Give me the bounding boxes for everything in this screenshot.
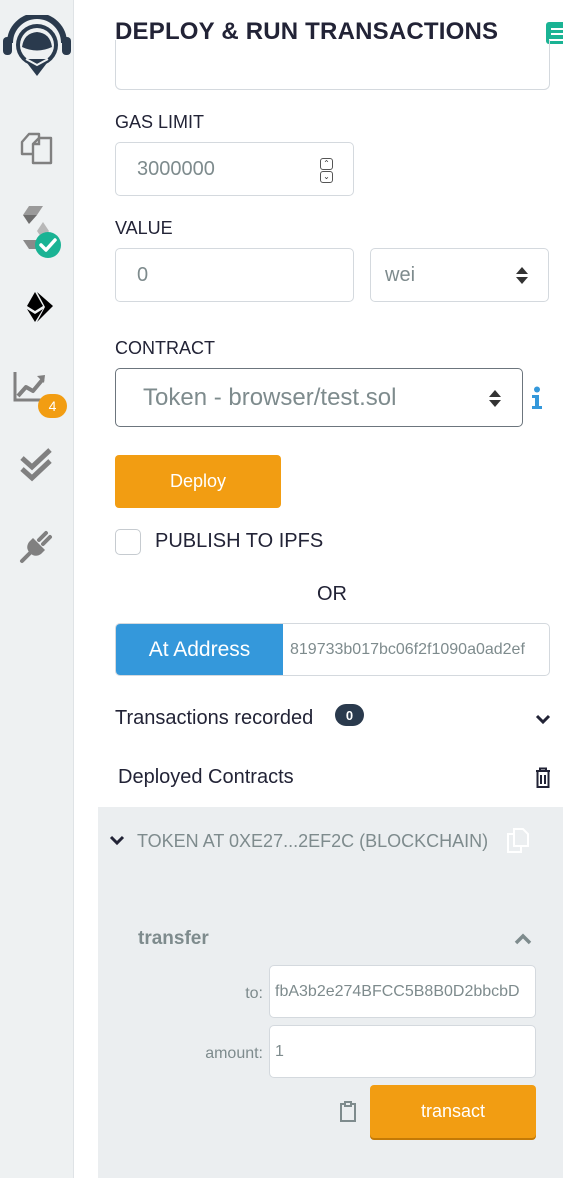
gas-limit-value: 3000000	[137, 157, 215, 180]
function-name: transfer	[138, 928, 209, 949]
contract-instance: TOKEN AT 0XE27...2EF2C (BLOCKCHAIN) tran…	[98, 807, 563, 1178]
stepper-down-icon[interactable]: ⌄	[320, 171, 333, 183]
plug-icon[interactable]	[0, 528, 74, 564]
param-input-to[interactable]: fbA3b2e274BFCC5B8B0D2bbcbD	[269, 965, 536, 1018]
param-input-amount[interactable]: 1	[269, 1025, 536, 1078]
ethereum-deploy-icon[interactable]	[0, 290, 74, 324]
account-field[interactable]	[115, 40, 550, 90]
or-separator: OR	[317, 583, 347, 605]
transactions-recorded-label[interactable]: Transactions recorded	[115, 707, 313, 730]
at-address-group: At Address 819733b017bc06f2f1090a0ad2ef	[115, 623, 550, 676]
select-arrows-icon	[489, 389, 501, 409]
value-label: VALUE	[115, 218, 173, 238]
chevron-up-icon[interactable]	[514, 933, 532, 945]
copy-icon[interactable]	[507, 827, 529, 853]
gas-limit-label: GAS LIMIT	[115, 112, 205, 132]
chevron-down-icon[interactable]	[109, 834, 125, 846]
double-check-icon[interactable]	[0, 448, 74, 484]
solidity-compiler-icon[interactable]	[0, 205, 74, 261]
deploy-run-panel: DEPLOY & RUN TRANSACTIONS GAS LIMIT 3000…	[74, 0, 563, 1178]
param-label-amount: amount:	[205, 1045, 263, 1062]
clipboard-icon[interactable]	[340, 1101, 356, 1122]
remix-logo-icon[interactable]	[0, 14, 74, 78]
trash-icon[interactable]	[535, 767, 551, 789]
deployed-contracts-title: Deployed Contracts	[118, 766, 294, 788]
stepper-up-icon[interactable]: ⌃	[320, 158, 333, 170]
contract-label: CONTRACT	[115, 338, 215, 358]
value-input[interactable]: 0	[115, 248, 354, 302]
gas-limit-input[interactable]: 3000000 ⌃ ⌄	[115, 142, 354, 196]
instance-title[interactable]: TOKEN AT 0XE27...2EF2C (BLOCKCHAIN)	[137, 831, 488, 852]
info-icon[interactable]	[530, 386, 544, 410]
publish-ipfs-label: PUBLISH TO IPFS	[155, 530, 324, 552]
value-unit-select[interactable]: wei	[370, 248, 549, 302]
file-explorer-icon[interactable]	[0, 128, 74, 168]
contract-selected: Token - browser/test.sol	[143, 383, 397, 411]
publish-ipfs-checkbox[interactable]	[115, 529, 141, 555]
transact-button[interactable]: transact	[370, 1085, 536, 1138]
at-address-button[interactable]: At Address	[116, 624, 283, 675]
select-arrows-icon	[516, 266, 528, 286]
at-address-input[interactable]: 819733b017bc06f2f1090a0ad2ef	[283, 624, 549, 675]
param-label-to: to:	[245, 985, 263, 1002]
value-unit: wei	[385, 263, 416, 286]
deploy-button[interactable]: Deploy	[115, 455, 281, 508]
contract-select[interactable]: Token - browser/test.sol	[115, 368, 523, 427]
analysis-chart-icon[interactable]: 4	[0, 370, 74, 420]
gas-limit-stepper[interactable]: ⌃ ⌄	[320, 158, 333, 183]
chevron-down-icon[interactable]	[535, 713, 551, 725]
analysis-badge: 4	[38, 394, 67, 418]
transactions-count-badge: 0	[335, 704, 364, 726]
icon-sidebar: 4	[0, 0, 74, 1178]
value-amount: 0	[137, 263, 149, 286]
